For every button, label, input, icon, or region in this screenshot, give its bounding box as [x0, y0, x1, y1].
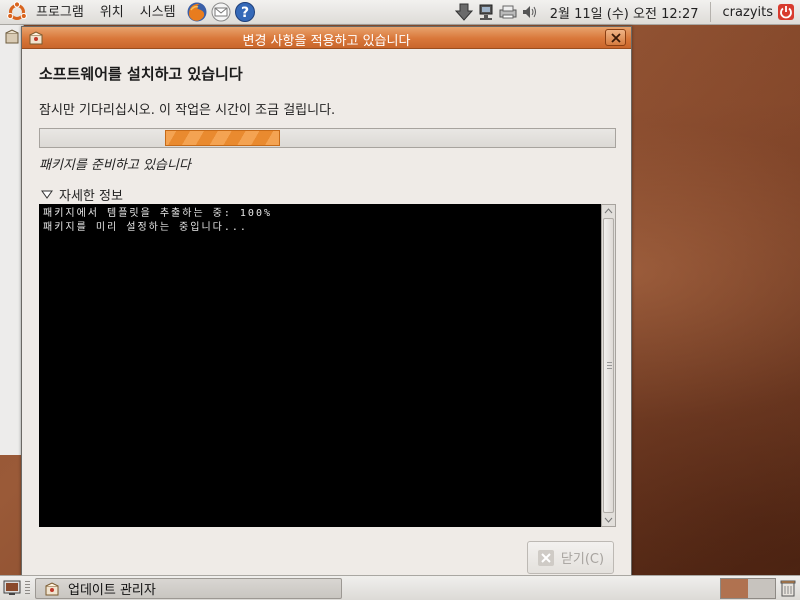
menu-places[interactable]: 위치: [92, 0, 132, 25]
dialog-heading: 소프트웨어를 설치하고 있습니다: [39, 65, 243, 83]
update-notifier-icon[interactable]: [454, 2, 474, 22]
top-panel: 프로그램 위치 시스템 ? 2월 11일 (수) 오전 12:27 crazyi…: [0, 0, 800, 25]
system-tray: 2월 11일 (수) 오전 12:27 crazyits: [453, 0, 800, 25]
clock[interactable]: 2월 11일 (수) 오전 12:27: [541, 3, 708, 22]
progress-status: 패키지를 준비하고 있습니다: [39, 158, 191, 173]
ubuntu-logo-icon[interactable]: [6, 1, 28, 23]
terminal-line: 패키지를 미리 설정하는 중입니다...: [43, 222, 248, 233]
progress-bar: [39, 128, 616, 148]
trash-icon[interactable]: [780, 579, 796, 597]
panel-separator: [709, 2, 711, 22]
show-desktop-icon[interactable]: [3, 579, 21, 597]
workspace-1[interactable]: [721, 579, 748, 598]
terminal-scrollbar[interactable]: [601, 204, 616, 527]
details-expander[interactable]: 자세한 정보: [41, 185, 123, 204]
printer-icon[interactable]: [498, 2, 518, 22]
package-icon: [4, 29, 20, 45]
scrollbar-thumb[interactable]: [603, 218, 614, 513]
workspace-switcher[interactable]: [720, 578, 776, 599]
network-icon[interactable]: [476, 2, 496, 22]
help-icon[interactable]: ?: [234, 1, 256, 23]
taskbar-button-update-manager[interactable]: 업데이트 관리자: [35, 578, 342, 599]
dialog-subtext: 잠시만 기다리십시오. 이 작업은 시간이 조금 걸립니다.: [39, 103, 336, 118]
scroll-down-arrow-icon[interactable]: [602, 514, 615, 526]
update-manager-icon: [44, 581, 60, 597]
terminal-output[interactable]: 패키지에서 템플릿을 추출하는 중: 100% 패키지를 미리 설정하는 중입니…: [39, 204, 601, 527]
scroll-up-arrow-icon[interactable]: [602, 205, 615, 217]
expander-triangle-icon: [41, 190, 53, 199]
firefox-icon[interactable]: [186, 1, 208, 23]
window-close-button[interactable]: [605, 29, 626, 46]
terminal-line: 패키지에서 템플릿을 추출하는 중: 100%: [43, 208, 272, 219]
menu-system[interactable]: 시스템: [132, 0, 184, 25]
apply-changes-dialog: 변경 사항을 적용하고 있습니다 소프트웨어를 설치하고 있습니다 잠시만 기다…: [21, 26, 632, 577]
user-switcher[interactable]: crazyits: [713, 5, 777, 20]
dialog-titlebar[interactable]: 변경 사항을 적용하고 있습니다: [22, 27, 631, 49]
svg-text:?: ?: [241, 5, 249, 21]
details-label: 자세한 정보: [59, 189, 123, 204]
panel-drag-handle[interactable]: [25, 581, 30, 595]
progress-pulse: [165, 130, 280, 146]
close-button-label: 닫기(C): [560, 552, 605, 567]
dialog-title: 변경 사항을 적용하고 있습니다: [242, 34, 411, 49]
close-x-icon: [537, 549, 554, 566]
power-icon[interactable]: [777, 3, 795, 21]
close-button[interactable]: 닫기(C): [527, 541, 614, 574]
bottom-panel: 업데이트 관리자: [0, 575, 800, 600]
volume-icon[interactable]: [520, 2, 540, 22]
workspace-2[interactable]: [748, 579, 775, 598]
menu-applications[interactable]: 프로그램: [28, 0, 92, 25]
close-icon: [610, 32, 621, 43]
mail-icon[interactable]: [210, 1, 232, 23]
task-label: 업데이트 관리자: [68, 583, 156, 598]
